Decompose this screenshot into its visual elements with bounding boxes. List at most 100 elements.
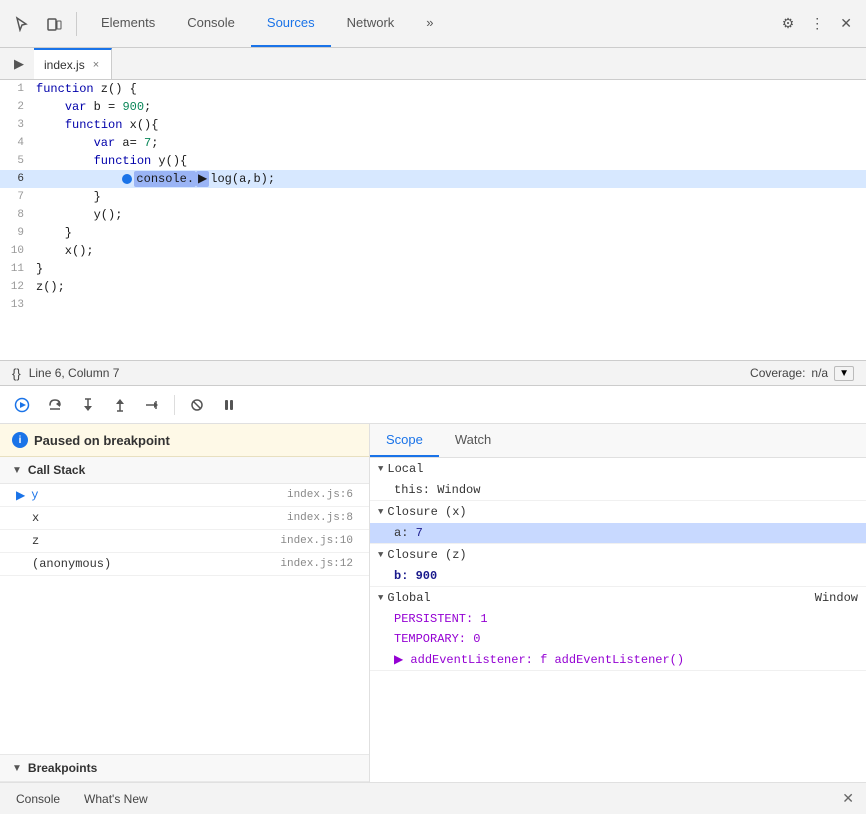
toolbar-right: ⚙ ⋮ ✕	[776, 11, 858, 36]
stack-item-anonymous[interactable]: (anonymous) index.js:12	[0, 553, 369, 576]
stack-fn-name-anonymous: (anonymous)	[16, 557, 280, 571]
code-line-4: 4 var a= 7;	[0, 134, 866, 152]
tab-scope[interactable]: Scope	[370, 424, 439, 457]
stack-arrow-icon: ▶	[16, 488, 25, 502]
stack-item-x[interactable]: x index.js:8	[0, 507, 369, 530]
scope-temporary-val: 0	[473, 632, 480, 646]
tab-sources[interactable]: Sources	[251, 0, 331, 47]
info-icon: i	[12, 432, 28, 448]
line-content-4: var a= 7;	[36, 134, 866, 152]
tab-network[interactable]: Network	[331, 0, 411, 47]
select-element-btn[interactable]	[8, 12, 36, 36]
pause-on-exceptions-button[interactable]	[215, 393, 243, 417]
line-content-6: console.▶log(a,b);	[36, 170, 866, 188]
status-bar: {} Line 6, Column 7 Coverage: n/a ▼	[0, 360, 866, 386]
line-num-1: 1	[0, 80, 36, 98]
scope-closure-z-b: b: 900	[370, 566, 866, 586]
step-out-button[interactable]	[106, 393, 134, 417]
scope-local-this: this: Window	[370, 480, 866, 500]
scope-section-closure-z: ▼ Closure (z) b: 900	[370, 544, 866, 587]
code-line-11: 11 }	[0, 260, 866, 278]
footer-console-btn[interactable]: Console	[12, 790, 64, 808]
code-lines: 1 function z() { 2 var b = 900; 3 functi…	[0, 80, 866, 360]
cursor-position: Line 6, Column 7	[29, 366, 120, 380]
line-num-3: 3	[0, 116, 36, 134]
scope-local-label: Local	[387, 462, 423, 476]
scope-section-closure-x: ▼ Closure (x) a: 7	[370, 501, 866, 544]
tab-elements[interactable]: Elements	[85, 0, 171, 47]
call-stack-header[interactable]: ▼ Call Stack	[0, 457, 369, 484]
scope-persistent-key: PERSISTENT:	[394, 612, 480, 626]
toolbar-divider-1	[76, 12, 77, 36]
breakpoints-header[interactable]: ▼ Breakpoints	[0, 755, 369, 782]
stack-location-y: index.js:6	[287, 489, 353, 501]
scope-closure-x-a: a: 7	[370, 523, 866, 543]
step-over-button[interactable]	[40, 392, 70, 418]
code-line-12: 12 z();	[0, 278, 866, 296]
stack-location-x: index.js:8	[287, 512, 353, 524]
scope-local-chevron: ▼	[378, 464, 383, 474]
device-toggle-btn[interactable]	[40, 12, 68, 36]
line-content-9: }	[36, 224, 866, 242]
coverage-section: Coverage: n/a ▼	[750, 366, 854, 381]
scope-closure-x-header[interactable]: ▼ Closure (x)	[370, 501, 866, 523]
line-content-3: function x(){	[36, 116, 866, 134]
close-devtools-button[interactable]: ✕	[834, 11, 858, 36]
bottom-panel: i Paused on breakpoint ▼ Call Stack ▶ y …	[0, 424, 866, 782]
code-line-7: 7 }	[0, 188, 866, 206]
stack-fn-name-z: z	[16, 534, 280, 548]
devtools-toolbar: Elements Console Sources Network » ⚙ ⋮ ✕	[0, 0, 866, 48]
paused-banner: i Paused on breakpoint	[0, 424, 369, 457]
stack-item-z[interactable]: z index.js:10	[0, 530, 369, 553]
scope-global-window: Window	[815, 591, 858, 605]
breakpoints-label: Breakpoints	[28, 761, 97, 775]
line-num-7: 7	[0, 188, 36, 206]
open-file-button[interactable]: ▶	[8, 54, 30, 74]
line-content-10: x();	[36, 242, 866, 260]
stack-fn-name-x: x	[16, 511, 287, 525]
scope-persistent-val: 1	[480, 612, 487, 626]
call-stack-label: Call Stack	[28, 463, 85, 477]
stack-item-y[interactable]: ▶ y index.js:6	[0, 484, 369, 507]
step-button[interactable]	[138, 393, 166, 417]
line-num-11: 11	[0, 260, 36, 278]
more-options-button[interactable]: ⋮	[804, 11, 830, 36]
scope-global-header[interactable]: ▼ Global Window	[370, 587, 866, 609]
line-num-2: 2	[0, 98, 36, 116]
code-line-8: 8 y();	[0, 206, 866, 224]
scope-this-key: this:	[394, 483, 437, 497]
resume-button[interactable]	[8, 393, 36, 417]
code-editor[interactable]: 1 function z() { 2 var b = 900; 3 functi…	[0, 80, 866, 360]
step-into-button[interactable]	[74, 393, 102, 417]
breakpoints-section: ▼ Breakpoints	[0, 754, 369, 782]
scope-content: ▼ Local this: Window ▼ Closure (x) a: 7	[370, 458, 866, 782]
scope-section-local: ▼ Local this: Window	[370, 458, 866, 501]
settings-button[interactable]: ⚙	[776, 11, 801, 36]
footer-close-btn[interactable]: ✕	[842, 790, 854, 807]
stack-location-z: index.js:10	[280, 535, 353, 547]
scope-a-key: a:	[394, 526, 416, 540]
coverage-dropdown-btn[interactable]: ▼	[834, 366, 854, 381]
file-tab-close-button[interactable]: ×	[91, 59, 101, 71]
line-num-4: 4	[0, 134, 36, 152]
paused-text: Paused on breakpoint	[34, 433, 170, 448]
deactivate-breakpoints-button[interactable]	[183, 393, 211, 417]
line-content-8: y();	[36, 206, 866, 224]
file-tab-name: index.js	[44, 58, 85, 72]
tab-watch[interactable]: Watch	[439, 424, 507, 457]
scope-global-addeventlistener[interactable]: ▶ addEventListener: f addEventListener()	[370, 649, 866, 670]
scope-closure-z-chevron: ▼	[378, 550, 383, 560]
code-line-3: 3 function x(){	[0, 116, 866, 134]
file-tab-indexjs[interactable]: index.js ×	[34, 48, 112, 79]
coverage-label: Coverage:	[750, 366, 805, 380]
coverage-value: n/a	[811, 366, 828, 380]
line-content-5: function y(){	[36, 152, 866, 170]
scope-addeventlistener-val: f addEventListener()	[540, 653, 684, 667]
left-panel: i Paused on breakpoint ▼ Call Stack ▶ y …	[0, 424, 370, 782]
tab-more[interactable]: »	[410, 0, 449, 47]
tab-console[interactable]: Console	[171, 0, 251, 47]
scope-tabs: Scope Watch	[370, 424, 866, 458]
scope-local-header[interactable]: ▼ Local	[370, 458, 866, 480]
scope-closure-z-header[interactable]: ▼ Closure (z)	[370, 544, 866, 566]
footer-whats-new-btn[interactable]: What's New	[80, 790, 152, 808]
